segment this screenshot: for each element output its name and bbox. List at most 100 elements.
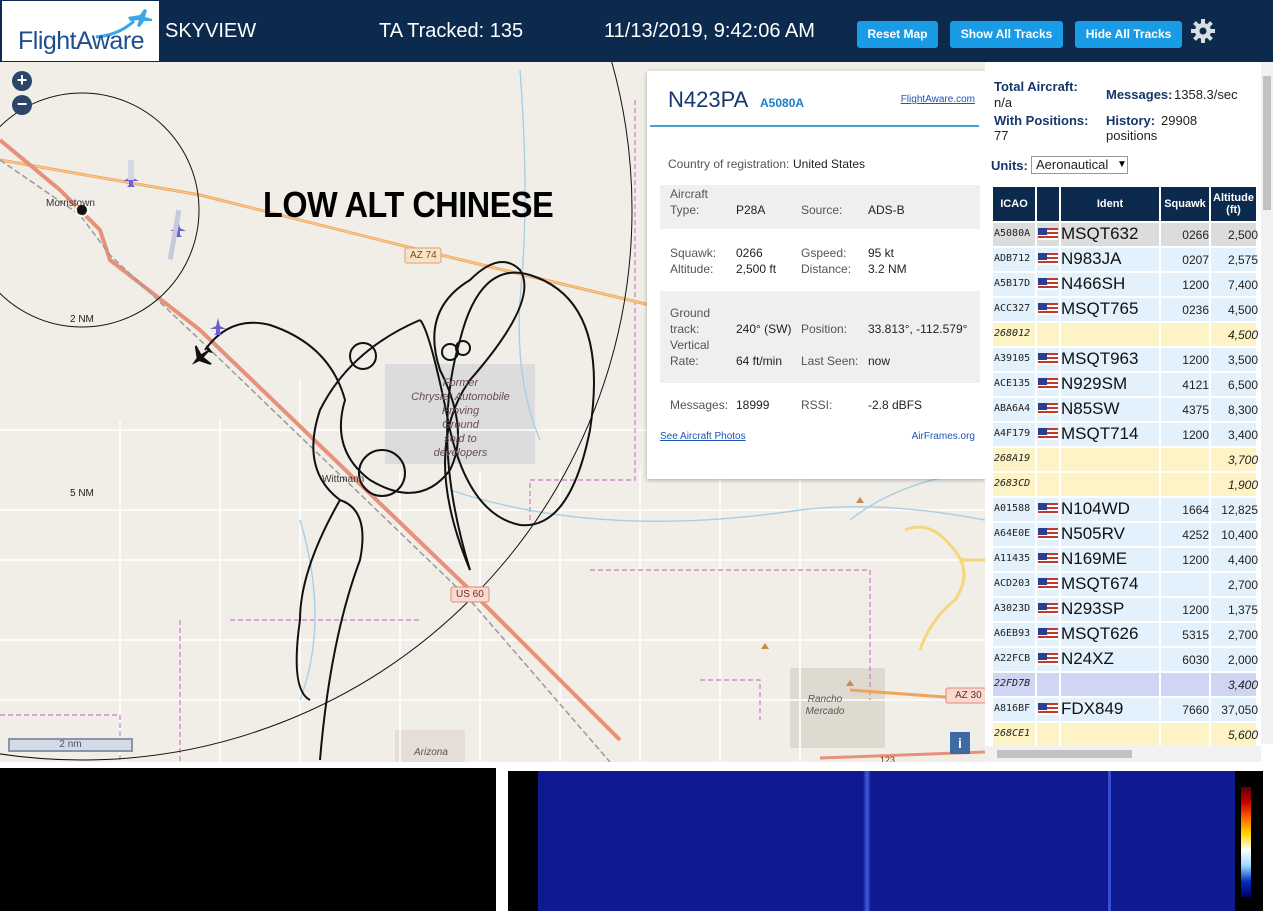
us-flag-icon [1038, 628, 1058, 640]
cell-icao: ADB712 [994, 253, 1031, 264]
cell-separator [1159, 323, 1161, 347]
show-all-tracks-button[interactable]: Show All Tracks [950, 21, 1063, 48]
table-row[interactable]: ADB712 N983JA 0207 2,575 [993, 248, 1258, 272]
cell-icao: 268A19 [994, 453, 1031, 464]
col-header-altitude[interactable]: Altitude (ft) [1211, 187, 1256, 221]
scrollbar-thumb[interactable] [997, 750, 1132, 758]
cell-separator [1035, 373, 1037, 397]
hide-all-tracks-button[interactable]: Hide All Tracks [1075, 21, 1182, 48]
cell-icao: A39105 [994, 353, 1031, 364]
flightaware-logo[interactable]: FlightAware [2, 1, 159, 61]
cell-icao: A3023D [994, 603, 1031, 614]
cell-separator [1035, 548, 1037, 572]
table-row[interactable]: 2683CD 1,900 [993, 473, 1258, 497]
annotation-text: LOW ALT CHINESE [263, 184, 554, 225]
app-title: SKYVIEW [165, 20, 257, 42]
reset-map-button[interactable]: Reset Map [857, 21, 938, 48]
cell-squawk: 0266 [1182, 228, 1209, 242]
flightaware-link[interactable]: FlightAware.com [901, 94, 975, 105]
horizontal-scrollbar[interactable] [985, 746, 1261, 762]
gear-icon[interactable] [1190, 18, 1216, 44]
us-flag-icon [1038, 228, 1058, 240]
cell-icao: ABA6A4 [994, 403, 1031, 414]
cell-ident: N24XZ [1061, 649, 1114, 668]
cell-separator [1159, 448, 1161, 472]
table-row[interactable]: A3023D N293SP 1200 1,375 [993, 598, 1258, 622]
cell-separator [1159, 573, 1161, 597]
place-label: Arizona [414, 747, 448, 758]
table-row[interactable]: A22FCB N24XZ 6030 2,000 [993, 648, 1258, 672]
cell-altitude: 3,400 [1227, 678, 1258, 692]
table-row[interactable]: A01588 N104WD 1664 12,825 [993, 498, 1258, 522]
position-value: 33.813°, -112.579° [868, 322, 968, 336]
altitude-value: 2,500 ft [736, 262, 777, 276]
cell-icao: A22FCB [994, 653, 1031, 664]
cell-ident: MSQT626 [1061, 624, 1139, 643]
cell-altitude: 5,600 [1227, 728, 1258, 742]
table-row[interactable]: A64E0E N505RV 4252 10,400 [993, 523, 1258, 547]
with-positions-value: 77 [994, 128, 1009, 143]
table-row[interactable]: ABA6A4 N85SW 4375 8,300 [993, 398, 1258, 422]
rssi-label: RSSI: [801, 398, 833, 412]
zoom-out-button[interactable]: − [12, 95, 32, 115]
panel-divider [496, 768, 508, 911]
units-select[interactable]: Aeronautical [1031, 156, 1128, 174]
table-row[interactable]: A6EB93 MSQT626 5315 2,700 [993, 623, 1258, 647]
aircraft-list-panel: Total Aircraft: n/a With Positions: 77 M… [985, 62, 1273, 762]
ground-track-value: 240° (SW) [736, 322, 792, 336]
cell-separator [1035, 423, 1037, 447]
table-row[interactable]: A5B17D N466SH 1200 7,400 [993, 273, 1258, 297]
us-flag-icon [1038, 528, 1058, 540]
table-row[interactable]: ACC327 MSQT765 0236 4,500 [993, 298, 1258, 322]
us-flag-icon [1038, 428, 1058, 440]
col-header-flag[interactable] [1037, 187, 1059, 221]
cell-icao: A11435 [994, 553, 1031, 564]
cell-separator [1159, 723, 1161, 747]
ground-track-label: Ground [670, 306, 711, 320]
table-row[interactable]: 22FD7B 3,400 [993, 673, 1258, 697]
place-label: Rancho Mercado [790, 694, 860, 718]
vrate-label: Rate: [670, 354, 699, 368]
table-row[interactable]: A11435 N169ME 1200 4,400 [993, 548, 1258, 572]
cell-squawk: 4252 [1182, 528, 1209, 542]
cell-separator [1159, 673, 1161, 697]
map-info-button[interactable]: i [950, 732, 970, 754]
cell-icao: 2683CD [994, 478, 1031, 489]
col-header-altitude-line: Altitude [1213, 192, 1254, 204]
cell-altitude: 2,700 [1227, 628, 1258, 642]
table-row[interactable]: A816BF FDX849 7660 37,050 [993, 698, 1258, 722]
cell-separator [1035, 273, 1037, 297]
aircraft-photos-link[interactable]: See Aircraft Photos [660, 431, 746, 442]
col-header-ident[interactable]: Ident [1061, 187, 1159, 221]
cell-ident: N169ME [1061, 549, 1128, 568]
table-row[interactable]: ACD203 MSQT674 2,700 [993, 573, 1258, 597]
table-row[interactable]: A4F179 MSQT714 1200 3,400 [993, 423, 1258, 447]
zoom-in-button[interactable]: + [12, 71, 32, 91]
table-row[interactable]: ACE135 N929SM 4121 6,500 [993, 373, 1258, 397]
cell-altitude: 10,400 [1221, 528, 1258, 542]
table-row[interactable]: 268CE1 5,600 [993, 723, 1258, 747]
cell-altitude: 37,050 [1221, 703, 1258, 717]
airframes-link[interactable]: AirFrames.org [912, 429, 975, 445]
table-row[interactable]: A39105 MSQT963 1200 3,500 [993, 348, 1258, 372]
col-header-squawk[interactable]: Squawk [1161, 187, 1209, 221]
area-label: Former Chrysler Automobile Proving Groun… [388, 376, 533, 460]
table-row[interactable]: 268012 4,500 [993, 323, 1258, 347]
cell-ident: N505RV [1061, 524, 1125, 543]
cell-altitude: 4,400 [1227, 553, 1258, 567]
cell-altitude: 3,400 [1227, 428, 1258, 442]
scrollbar-thumb[interactable] [1263, 76, 1271, 210]
town-label: Wittmann [322, 474, 365, 485]
col-header-icao[interactable]: ICAO [993, 187, 1035, 221]
vertical-scrollbar[interactable] [1261, 62, 1273, 744]
cell-icao: ACD203 [994, 578, 1031, 589]
table-row[interactable]: A5080A MSQT632 0266 2,500 [993, 223, 1258, 247]
messages-rate-label: Messages: [1106, 87, 1173, 102]
cell-ident: MSQT674 [1061, 574, 1139, 593]
rssi-value: -2.8 dBFS [868, 398, 923, 412]
table-row[interactable]: 268A19 3,700 [993, 448, 1258, 472]
cell-separator [1035, 448, 1037, 472]
logo-text: FlightAware [18, 27, 145, 55]
ground-track-label: track: [670, 322, 700, 336]
cell-squawk: 1200 [1182, 428, 1209, 442]
